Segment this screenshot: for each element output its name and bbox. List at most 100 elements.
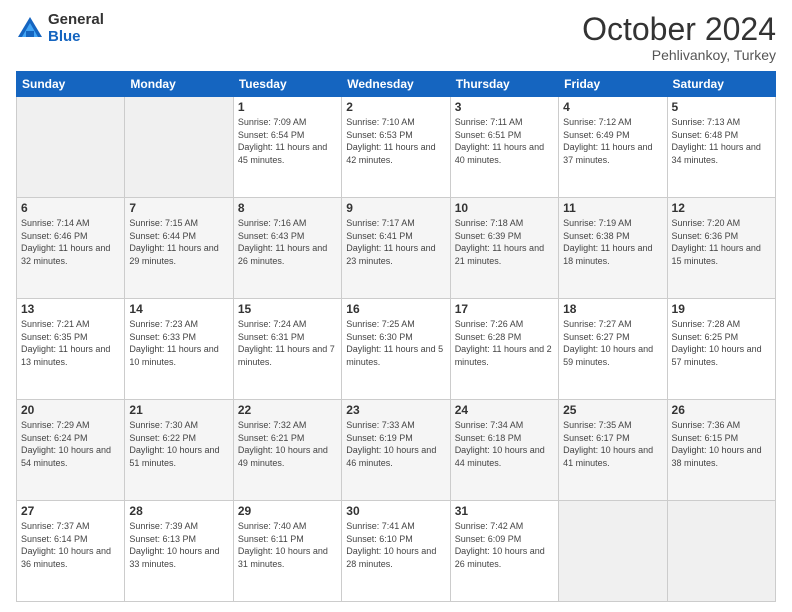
col-friday: Friday: [559, 72, 667, 97]
table-row: 8 Sunrise: 7:16 AMSunset: 6:43 PMDaylight…: [233, 198, 341, 299]
day-number: 28: [129, 504, 228, 518]
table-row: [125, 97, 233, 198]
day-number: 26: [672, 403, 771, 417]
day-info: Sunrise: 7:16 AMSunset: 6:43 PMDaylight:…: [238, 217, 337, 267]
calendar-week-row: 27Sunrise: 7:37 AMSunset: 6:14 PMDayligh…: [17, 501, 776, 602]
calendar: Sunday Monday Tuesday Wednesday Thursday…: [16, 71, 776, 602]
day-info: Sunrise: 7:34 AMSunset: 6:18 PMDaylight:…: [455, 419, 554, 469]
day-number: 24: [455, 403, 554, 417]
day-number: 12: [672, 201, 771, 215]
day-number: 6: [21, 201, 120, 215]
title-area: October 2024 Pehlivankoy, Turkey: [582, 12, 776, 63]
col-thursday: Thursday: [450, 72, 558, 97]
table-row: 6 Sunrise: 7:14 AMSunset: 6:46 PMDaylight…: [17, 198, 125, 299]
day-number: 18: [563, 302, 662, 316]
logo: General Blue: [16, 12, 104, 45]
day-number: 13: [21, 302, 120, 316]
day-number: 31: [455, 504, 554, 518]
table-row: 19 Sunrise: 7:28 AMSunset: 6:25 PMDayligh…: [667, 299, 775, 400]
day-info: Sunrise: 7:27 AMSunset: 6:27 PMDaylight:…: [563, 318, 662, 368]
col-sunday: Sunday: [17, 72, 125, 97]
day-info: Sunrise: 7:09 AMSunset: 6:54 PMDaylight:…: [238, 116, 337, 166]
calendar-week-row: 1 Sunrise: 7:09 AMSunset: 6:54 PMDaylight…: [17, 97, 776, 198]
table-row: 29 Sunrise: 7:40 AMSunset: 6:11 PMDayligh…: [233, 501, 341, 602]
day-info: Sunrise: 7:21 AMSunset: 6:35 PMDaylight:…: [21, 318, 120, 368]
logo-general: General: [48, 12, 104, 29]
day-info: Sunrise: 7:17 AMSunset: 6:41 PMDaylight:…: [346, 217, 445, 267]
table-row: 16Sunrise: 7:25 AMSunset: 6:30 PMDayligh…: [342, 299, 450, 400]
table-row: 18 Sunrise: 7:27 AMSunset: 6:27 PMDayligh…: [559, 299, 667, 400]
table-row: 25 Sunrise: 7:35 AMSunset: 6:17 PMDayligh…: [559, 400, 667, 501]
table-row: 20 Sunrise: 7:29 AMSunset: 6:24 PMDayligh…: [17, 400, 125, 501]
day-info: Sunrise: 7:11 AMSunset: 6:51 PMDaylight:…: [455, 116, 554, 166]
table-row: 15 Sunrise: 7:24 AMSunset: 6:31 PMDayligh…: [233, 299, 341, 400]
month-title: October 2024: [582, 12, 776, 47]
table-row: 1 Sunrise: 7:09 AMSunset: 6:54 PMDaylight…: [233, 97, 341, 198]
day-number: 1: [238, 100, 337, 114]
table-row: 9 Sunrise: 7:17 AMSunset: 6:41 PMDaylight…: [342, 198, 450, 299]
day-number: 9: [346, 201, 445, 215]
calendar-week-row: 6 Sunrise: 7:14 AMSunset: 6:46 PMDaylight…: [17, 198, 776, 299]
day-number: 20: [21, 403, 120, 417]
logo-blue: Blue: [48, 29, 104, 46]
logo-icon: [16, 15, 44, 43]
subtitle: Pehlivankoy, Turkey: [582, 47, 776, 63]
table-row: 22 Sunrise: 7:32 AMSunset: 6:21 PMDayligh…: [233, 400, 341, 501]
day-info: Sunrise: 7:24 AMSunset: 6:31 PMDaylight:…: [238, 318, 337, 368]
table-row: 10Sunrise: 7:18 AMSunset: 6:39 PMDayligh…: [450, 198, 558, 299]
day-info: Sunrise: 7:35 AMSunset: 6:17 PMDaylight:…: [563, 419, 662, 469]
table-row: [17, 97, 125, 198]
calendar-week-row: 20 Sunrise: 7:29 AMSunset: 6:24 PMDayligh…: [17, 400, 776, 501]
table-row: 5Sunrise: 7:13 AMSunset: 6:48 PMDaylight…: [667, 97, 775, 198]
table-row: 13 Sunrise: 7:21 AMSunset: 6:35 PMDayligh…: [17, 299, 125, 400]
day-info: Sunrise: 7:28 AMSunset: 6:25 PMDaylight:…: [672, 318, 771, 368]
header-row: Sunday Monday Tuesday Wednesday Thursday…: [17, 72, 776, 97]
day-info: Sunrise: 7:14 AMSunset: 6:46 PMDaylight:…: [21, 217, 120, 267]
table-row: 30Sunrise: 7:41 AMSunset: 6:10 PMDayligh…: [342, 501, 450, 602]
day-number: 25: [563, 403, 662, 417]
table-row: 21Sunrise: 7:30 AMSunset: 6:22 PMDayligh…: [125, 400, 233, 501]
day-number: 16: [346, 302, 445, 316]
day-number: 15: [238, 302, 337, 316]
day-number: 11: [563, 201, 662, 215]
table-row: 27Sunrise: 7:37 AMSunset: 6:14 PMDayligh…: [17, 501, 125, 602]
day-number: 8: [238, 201, 337, 215]
day-number: 22: [238, 403, 337, 417]
table-row: 3 Sunrise: 7:11 AMSunset: 6:51 PMDaylight…: [450, 97, 558, 198]
table-row: 11 Sunrise: 7:19 AMSunset: 6:38 PMDayligh…: [559, 198, 667, 299]
day-number: 17: [455, 302, 554, 316]
table-row: 14Sunrise: 7:23 AMSunset: 6:33 PMDayligh…: [125, 299, 233, 400]
day-info: Sunrise: 7:41 AMSunset: 6:10 PMDaylight:…: [346, 520, 445, 570]
day-info: Sunrise: 7:29 AMSunset: 6:24 PMDaylight:…: [21, 419, 120, 469]
page: General Blue October 2024 Pehlivankoy, T…: [0, 0, 792, 612]
day-number: 5: [672, 100, 771, 114]
day-info: Sunrise: 7:26 AMSunset: 6:28 PMDaylight:…: [455, 318, 554, 368]
day-number: 4: [563, 100, 662, 114]
table-row: 17 Sunrise: 7:26 AMSunset: 6:28 PMDayligh…: [450, 299, 558, 400]
day-info: Sunrise: 7:15 AMSunset: 6:44 PMDaylight:…: [129, 217, 228, 267]
col-monday: Monday: [125, 72, 233, 97]
day-info: Sunrise: 7:37 AMSunset: 6:14 PMDaylight:…: [21, 520, 120, 570]
day-info: Sunrise: 7:32 AMSunset: 6:21 PMDaylight:…: [238, 419, 337, 469]
day-info: Sunrise: 7:40 AMSunset: 6:11 PMDaylight:…: [238, 520, 337, 570]
col-saturday: Saturday: [667, 72, 775, 97]
table-row: 12 Sunrise: 7:20 AMSunset: 6:36 PMDayligh…: [667, 198, 775, 299]
day-number: 19: [672, 302, 771, 316]
day-number: 29: [238, 504, 337, 518]
day-info: Sunrise: 7:33 AMSunset: 6:19 PMDaylight:…: [346, 419, 445, 469]
table-row: 7 Sunrise: 7:15 AMSunset: 6:44 PMDaylight…: [125, 198, 233, 299]
day-number: 3: [455, 100, 554, 114]
header: General Blue October 2024 Pehlivankoy, T…: [16, 12, 776, 63]
day-info: Sunrise: 7:39 AMSunset: 6:13 PMDaylight:…: [129, 520, 228, 570]
day-number: 7: [129, 201, 228, 215]
table-row: 23 Sunrise: 7:33 AMSunset: 6:19 PMDayligh…: [342, 400, 450, 501]
table-row: 2Sunrise: 7:10 AMSunset: 6:53 PMDaylight…: [342, 97, 450, 198]
day-number: 23: [346, 403, 445, 417]
day-info: Sunrise: 7:19 AMSunset: 6:38 PMDaylight:…: [563, 217, 662, 267]
day-info: Sunrise: 7:20 AMSunset: 6:36 PMDaylight:…: [672, 217, 771, 267]
table-row: [667, 501, 775, 602]
day-number: 14: [129, 302, 228, 316]
day-info: Sunrise: 7:12 AMSunset: 6:49 PMDaylight:…: [563, 116, 662, 166]
day-info: Sunrise: 7:42 AMSunset: 6:09 PMDaylight:…: [455, 520, 554, 570]
logo-text: General Blue: [48, 12, 104, 45]
